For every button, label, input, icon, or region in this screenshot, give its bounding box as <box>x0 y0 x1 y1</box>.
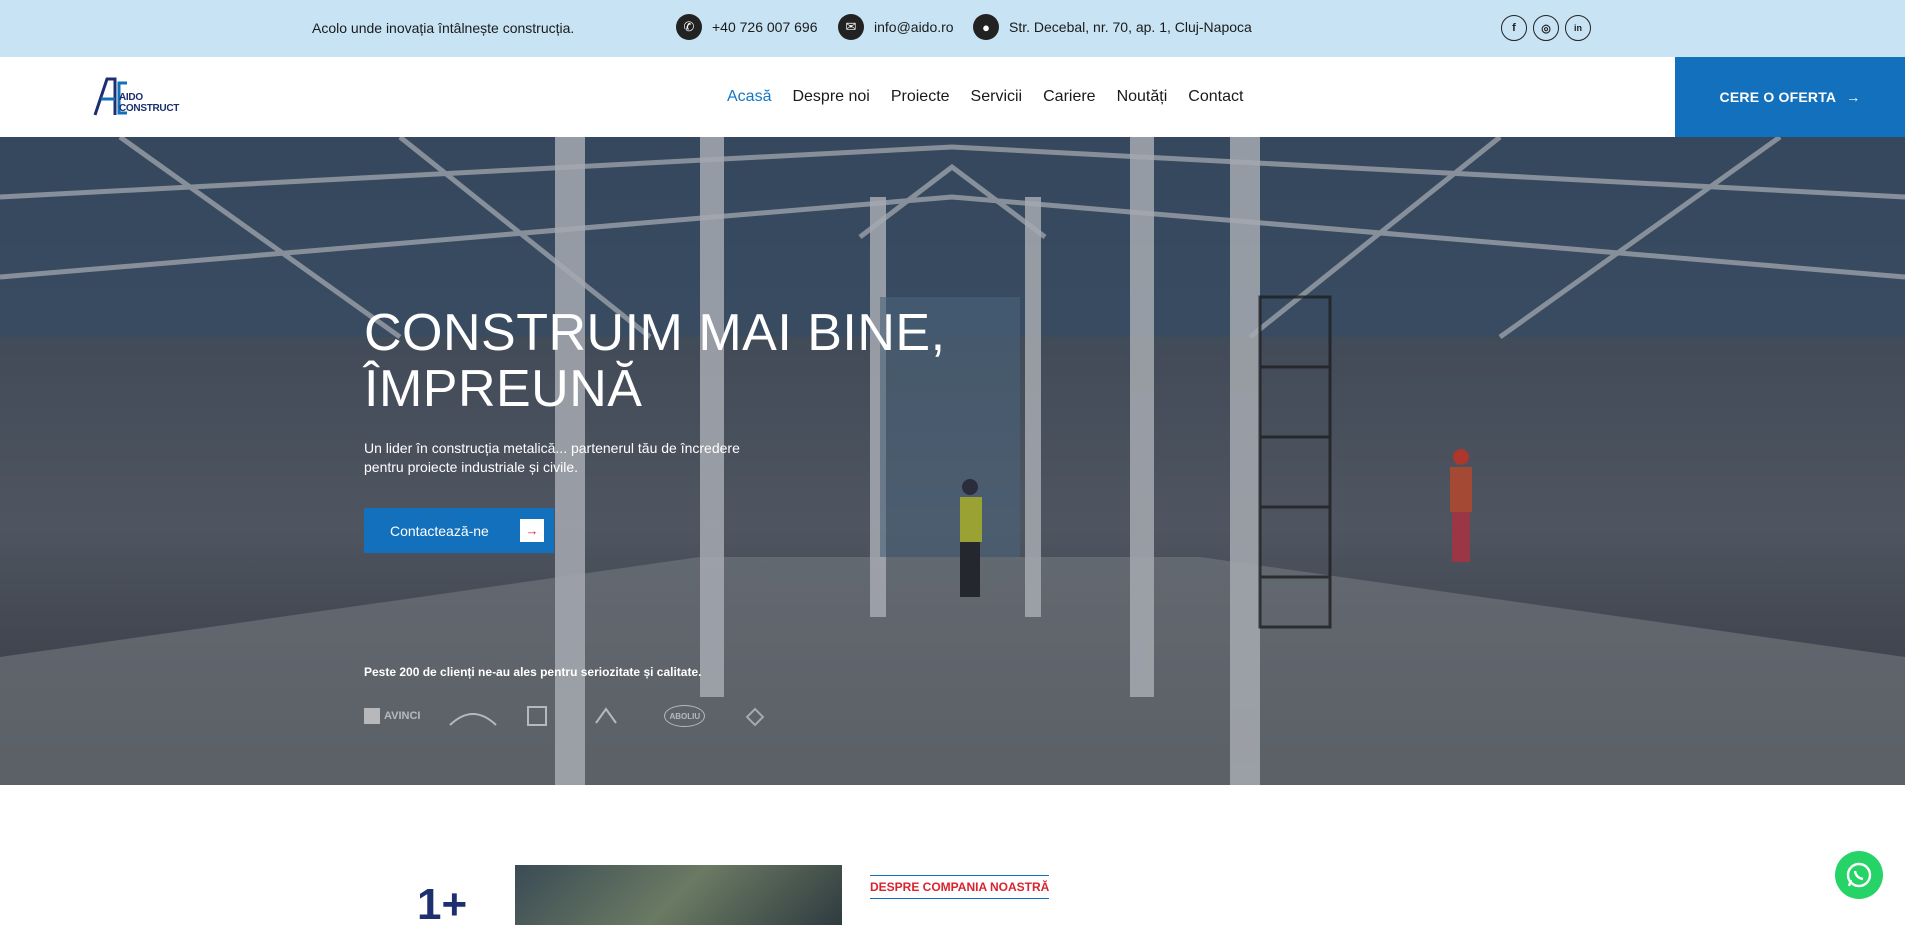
logo[interactable]: AIDO CONSTRUCT <box>93 77 191 117</box>
construction-background-image <box>0 137 1905 785</box>
stats-counter: 1+ <box>417 880 468 929</box>
request-offer-button[interactable]: CERE O OFERTA → <box>1675 57 1905 137</box>
about-section: 1+ DESPRE COMPANIA NOASTRĂ <box>0 785 1905 929</box>
nav-proiecte[interactable]: Proiecte <box>891 88 950 106</box>
hero-title-line-2: ÎMPREUNĂ <box>364 360 643 418</box>
phone-icon: ✆ <box>676 14 702 40</box>
clients-text: Peste 200 de clienți ne-au ales pentru s… <box>364 665 702 679</box>
arch-logo-icon <box>449 713 498 726</box>
hero-subtitle: Un lider în construcția metalică... part… <box>364 440 740 475</box>
facebook-icon[interactable]: f <box>1501 15 1527 41</box>
nav-noutati[interactable]: Noutăți <box>1117 88 1168 106</box>
whatsapp-icon <box>1846 862 1872 888</box>
phone-number[interactable]: +40 726 007 696 <box>712 19 818 35</box>
envelope-icon: ✉ <box>838 14 864 40</box>
hero-title-line-1: CONSTRUIM MAI BINE, <box>364 304 946 362</box>
email-address[interactable]: info@aido.ro <box>874 19 954 35</box>
phone-contact[interactable]: ✆ +40 726 007 696 <box>676 14 818 40</box>
partner-logo-3 <box>526 705 548 727</box>
partner-logos: AVINCI ABOLIU <box>364 705 789 727</box>
mountain-logo-icon <box>595 707 618 724</box>
top-bar: Acolo unde inovația întâlnește construcț… <box>0 0 1905 57</box>
partner-logo-aboliu: ABOLIU <box>664 705 706 727</box>
nav-despre-noi[interactable]: Despre noi <box>792 88 869 106</box>
diamond-logo-icon <box>745 707 765 727</box>
request-offer-label: CERE O OFERTA <box>1719 89 1837 105</box>
partner-logo-4 <box>576 705 636 727</box>
avinci-logo-icon <box>364 708 380 724</box>
hero-section: CONSTRUIM MAI BINE, ÎMPREUNĂ Un lider în… <box>0 137 1905 785</box>
address-text: Str. Decebal, nr. 70, ap. 1, Cluj-Napoca <box>1009 19 1252 35</box>
nav-cariere[interactable]: Cariere <box>1043 88 1095 106</box>
arrow-right-icon: → <box>1846 89 1861 105</box>
partner-logo-6 <box>733 705 789 727</box>
partner-logo-2 <box>448 705 498 727</box>
about-section-label: DESPRE COMPANIA NOASTRĂ <box>870 875 1050 899</box>
logo-text: AIDO CONSTRUCT <box>119 92 180 114</box>
partner-logo-avinci: AVINCI <box>364 705 420 727</box>
whatsapp-button[interactable] <box>1835 851 1883 899</box>
instagram-icon[interactable]: ◎ <box>1533 15 1559 41</box>
contact-us-button[interactable]: Contactează-ne → <box>364 508 554 553</box>
nav-contact[interactable]: Contact <box>1188 88 1243 106</box>
nav-servicii[interactable]: Servicii <box>971 88 1023 106</box>
main-nav: Acasă Despre noi Proiecte Servicii Carie… <box>727 88 1243 106</box>
contact-us-label: Contactează-ne <box>390 522 489 539</box>
ci-logo-icon <box>527 706 548 726</box>
main-header: AIDO CONSTRUCT Acasă Despre noi Proiecte… <box>0 57 1905 137</box>
location-pin-icon: ● <box>973 14 999 40</box>
hero-title: CONSTRUIM MAI BINE, ÎMPREUNĂ <box>364 305 964 417</box>
arrow-right-icon: → <box>520 519 544 542</box>
nav-acasa[interactable]: Acasă <box>727 88 771 106</box>
email-contact[interactable]: ✉ info@aido.ro <box>838 14 954 40</box>
about-image <box>515 865 842 925</box>
linkedin-icon[interactable]: in <box>1565 15 1591 41</box>
tagline: Acolo unde inovația întâlnește construcț… <box>312 20 575 36</box>
address-contact: ● Str. Decebal, nr. 70, ap. 1, Cluj-Napo… <box>973 14 1252 40</box>
